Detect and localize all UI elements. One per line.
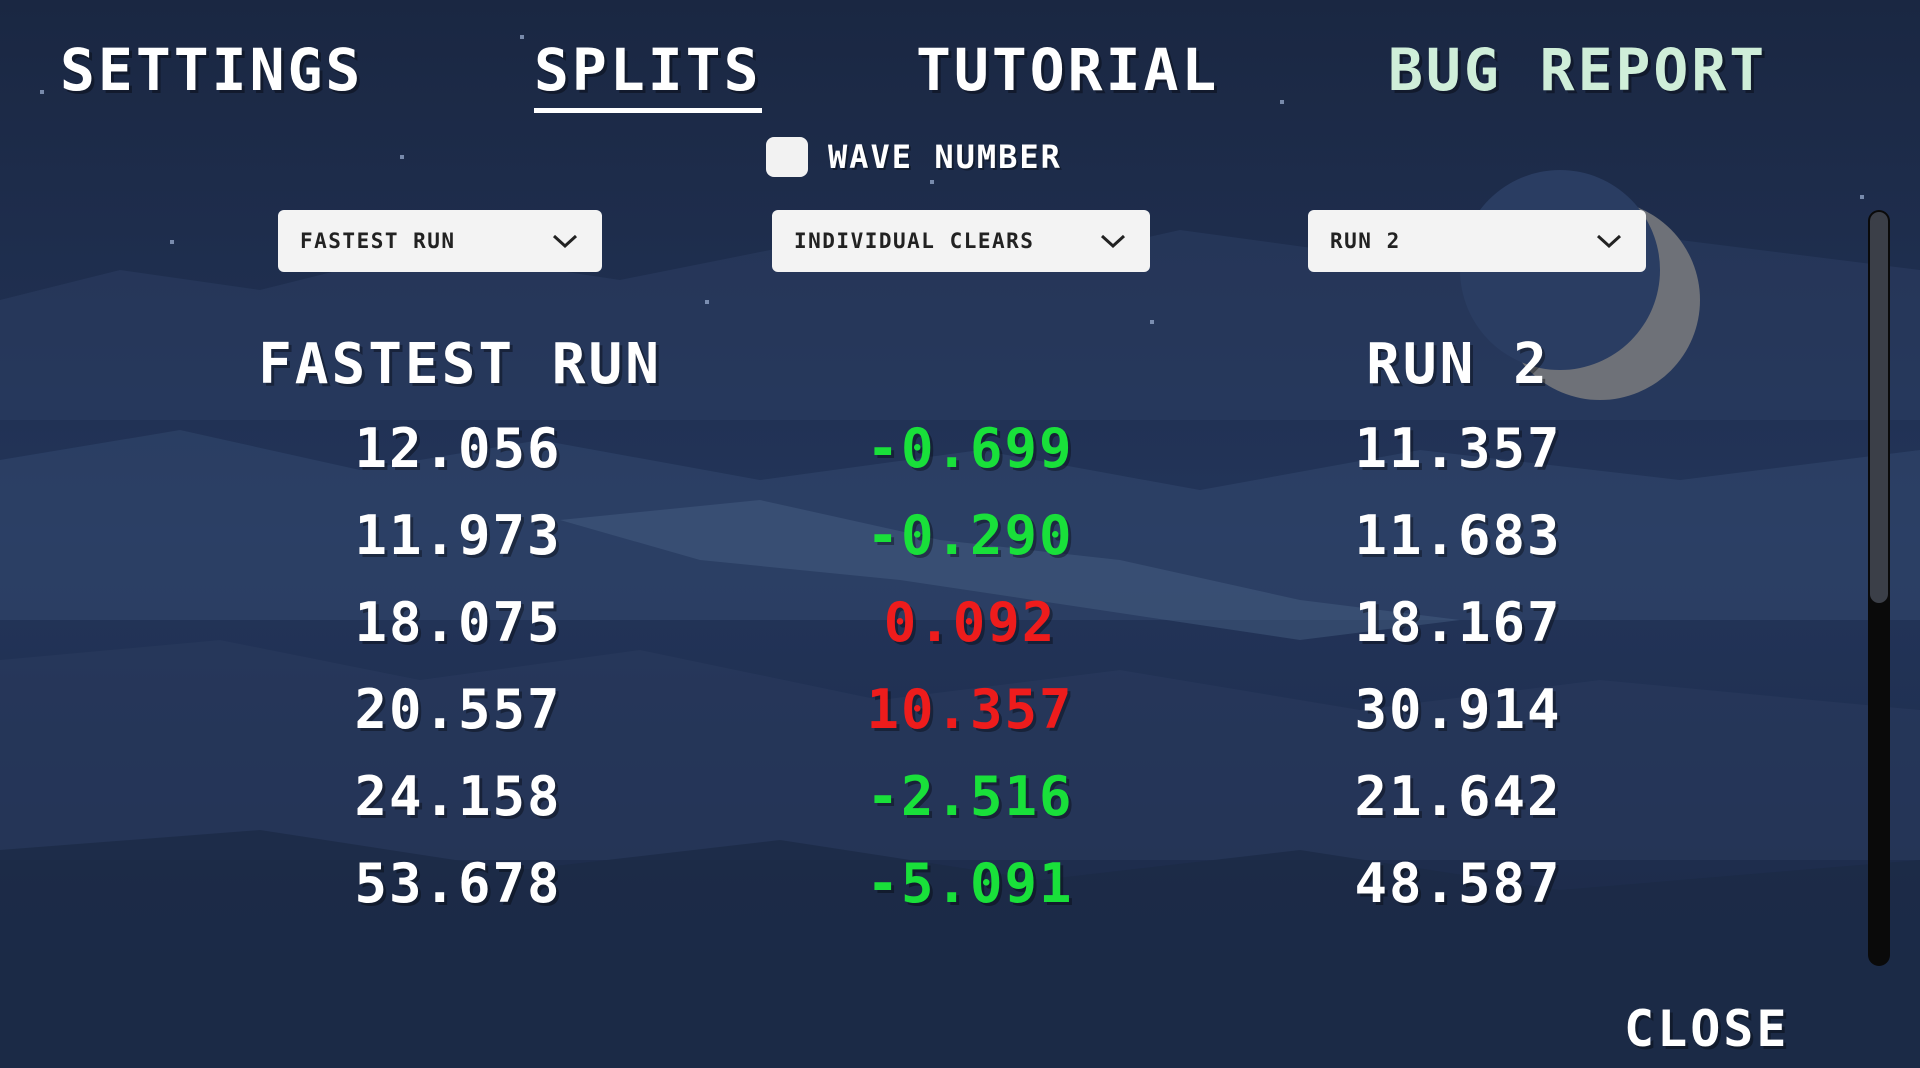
right-column-header: RUN 2	[1366, 332, 1550, 397]
split-time-left: 53.678	[354, 852, 562, 915]
wave-number-label: WAVE NUMBER	[828, 138, 1062, 176]
comparison-mode-select[interactable]: INDIVIDUAL CLEARS	[772, 210, 1150, 272]
comparison-mode-select-value: INDIVIDUAL CLEARS	[794, 229, 1035, 253]
split-difference: -0.290	[866, 504, 1074, 567]
chevron-down-icon	[552, 234, 578, 249]
run-a-select-value: FASTEST RUN	[300, 229, 456, 253]
split-difference: -0.699	[866, 417, 1074, 480]
split-time-left: 12.056	[354, 417, 562, 480]
tab-settings[interactable]: SETTINGS	[60, 40, 363, 100]
chevron-down-icon	[1596, 234, 1622, 249]
split-row: 53.678 -5.091 48.587	[0, 849, 1920, 919]
split-difference: -5.091	[866, 852, 1074, 915]
chevron-down-icon	[1100, 234, 1126, 249]
left-column-header: FASTEST RUN	[258, 332, 662, 397]
tab-tutorial[interactable]: TUTORIAL	[916, 40, 1219, 100]
scrollbar-thumb[interactable]	[1870, 212, 1888, 603]
split-time-right: 30.914	[1354, 678, 1562, 741]
split-difference: -2.516	[866, 765, 1074, 828]
split-row: 20.557 10.357 30.914	[0, 675, 1920, 745]
split-row: 18.075 0.092 18.167	[0, 588, 1920, 658]
split-time-left: 11.973	[354, 504, 562, 567]
split-difference: 10.357	[866, 678, 1074, 741]
split-time-right: 18.167	[1354, 591, 1562, 654]
wave-number-toggle[interactable]: WAVE NUMBER	[766, 137, 1062, 177]
run-b-select[interactable]: RUN 2	[1308, 210, 1646, 272]
run-b-select-value: RUN 2	[1330, 229, 1401, 253]
split-time-right: 11.683	[1354, 504, 1562, 567]
tab-splits[interactable]: SPLITS	[534, 40, 762, 113]
split-time-left: 24.158	[354, 765, 562, 828]
split-time-left: 18.075	[354, 591, 562, 654]
wave-number-checkbox[interactable]	[766, 137, 808, 177]
close-button[interactable]: CLOSE	[1624, 1000, 1790, 1058]
split-time-left: 20.557	[354, 678, 562, 741]
split-time-right: 48.587	[1354, 852, 1562, 915]
split-row: 12.056 -0.699 11.357	[0, 414, 1920, 484]
run-a-select[interactable]: FASTEST RUN	[278, 210, 602, 272]
split-row: 11.973 -0.290 11.683	[0, 501, 1920, 571]
split-row: 24.158 -2.516 21.642	[0, 762, 1920, 832]
tab-bug-report[interactable]: BUG REPORT	[1388, 40, 1767, 100]
split-time-right: 11.357	[1354, 417, 1562, 480]
split-time-right: 21.642	[1354, 765, 1562, 828]
scrollbar-track[interactable]	[1868, 210, 1890, 966]
split-difference: 0.092	[883, 591, 1057, 654]
